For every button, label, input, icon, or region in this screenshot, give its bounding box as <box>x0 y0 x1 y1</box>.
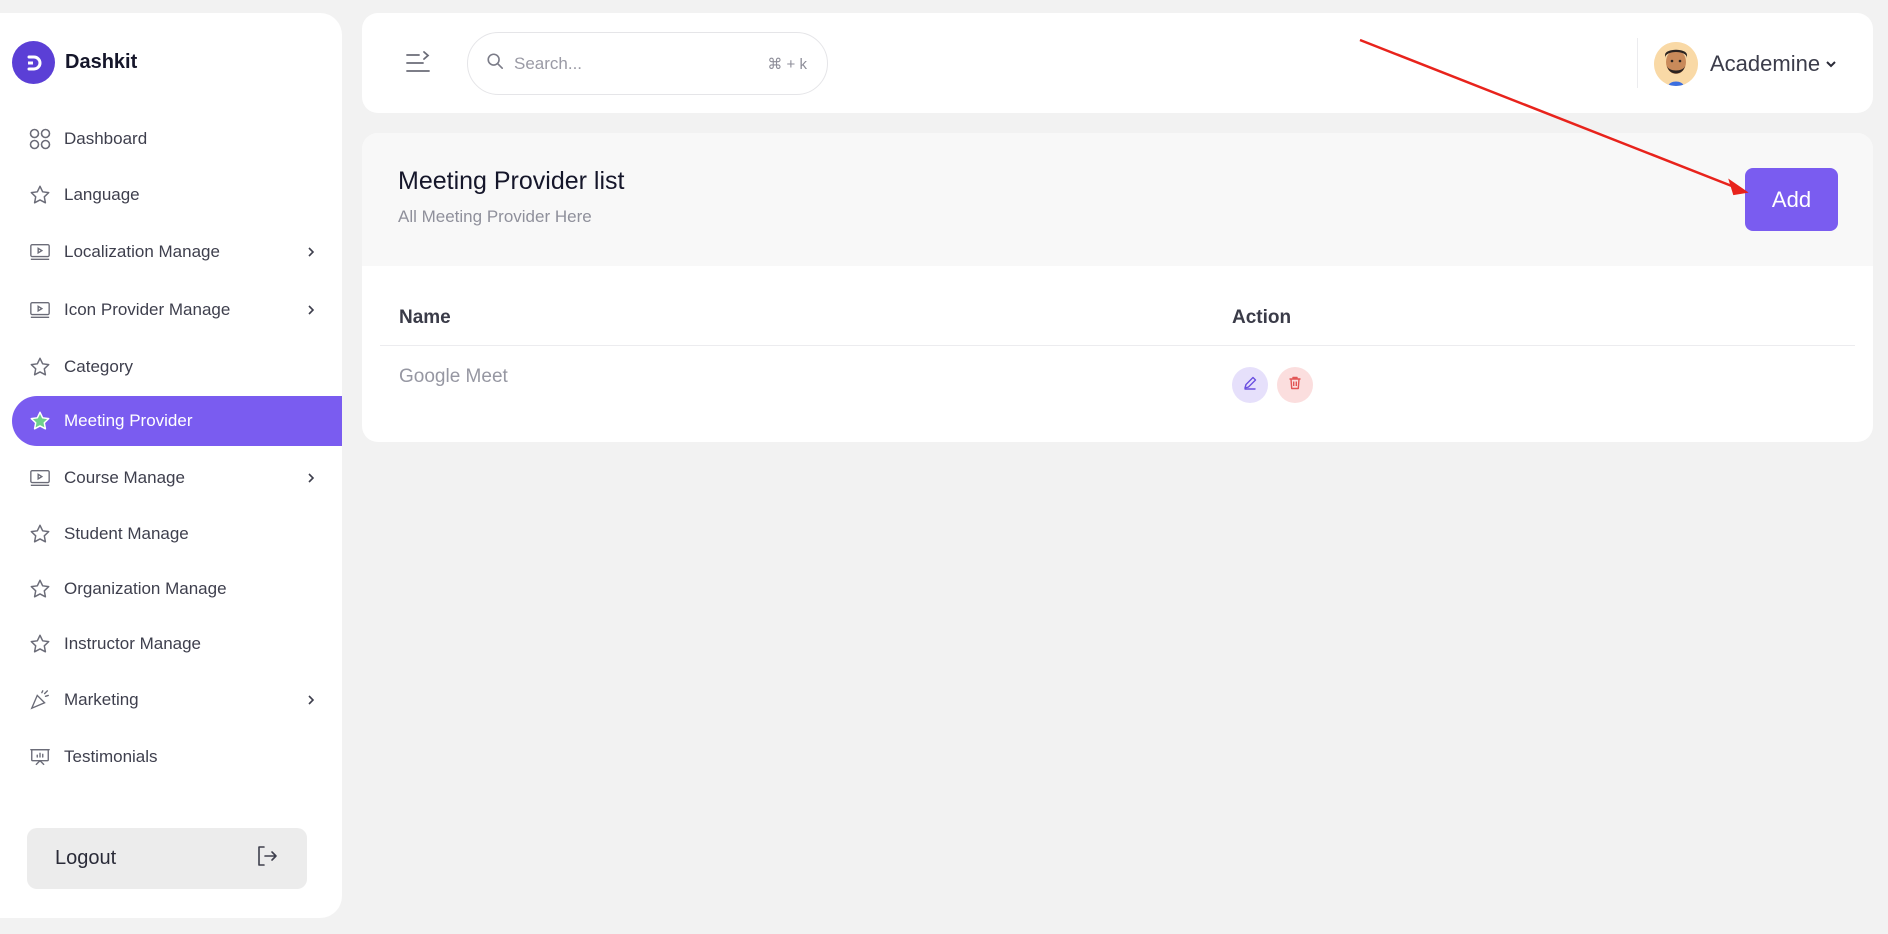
logout-label: Logout <box>55 847 117 869</box>
sidebar-item-marketing[interactable]: Marketing <box>12 675 342 725</box>
star-icon <box>28 355 52 379</box>
pencil-icon <box>1242 375 1258 396</box>
chevron-right-icon <box>302 469 320 487</box>
sidebar-item-meeting-provider[interactable]: Meeting Provider <box>12 396 342 446</box>
avatar <box>1654 42 1698 86</box>
sidebar-item-category[interactable]: Category <box>12 342 342 392</box>
topbar: ⌘ + k Academine <box>362 13 1873 113</box>
star-icon <box>28 577 52 601</box>
logout-icon <box>255 844 279 873</box>
sidebar-item-label: Category <box>64 357 133 376</box>
sidebar-item-course-manage[interactable]: Course Manage <box>12 453 342 503</box>
chevron-right-icon <box>302 301 320 319</box>
sidebar-item-organization-manage[interactable]: Organization Manage <box>12 564 342 614</box>
column-header-name[interactable]: Name <box>399 307 451 329</box>
sidebar-item-label: Organization Manage <box>64 579 227 598</box>
row-name: Google Meet <box>399 366 508 387</box>
video-icon <box>28 466 52 490</box>
page-subtitle: All Meeting Provider Here <box>398 207 592 226</box>
menu-toggle-icon[interactable] <box>404 49 434 79</box>
sidebar-item-language[interactable]: Language <box>12 170 342 220</box>
presentation-icon <box>28 745 52 769</box>
trash-icon <box>1287 375 1303 396</box>
meeting-provider-card: Meeting Provider list All Meeting Provid… <box>362 133 1873 442</box>
sidebar: Dashkit Dashboard Language Localization … <box>0 13 342 918</box>
star-icon <box>28 183 52 207</box>
sidebar-item-label: Student Manage <box>64 524 189 543</box>
megaphone-icon <box>28 688 52 712</box>
search-icon <box>486 52 504 75</box>
grid-icon <box>28 127 52 151</box>
logout-button[interactable]: Logout <box>27 828 307 889</box>
search-box: ⌘ + k <box>467 32 828 95</box>
sidebar-item-label: Meeting Provider <box>64 411 193 430</box>
sidebar-item-label: Dashboard <box>64 129 148 148</box>
sidebar-item-dashboard[interactable]: Dashboard <box>12 114 342 164</box>
sidebar-item-label: Course Manage <box>64 468 185 487</box>
sidebar-item-instructor-manage[interactable]: Instructor Manage <box>12 619 342 669</box>
delete-button[interactable] <box>1277 367 1313 403</box>
topbar-divider <box>1637 38 1638 88</box>
sidebar-item-label: Icon Provider Manage <box>64 300 231 319</box>
search-shortcut: ⌘ + k <box>767 56 807 73</box>
sidebar-item-icon-provider-manage[interactable]: Icon Provider Manage <box>12 285 342 335</box>
brand-logo-icon <box>12 41 55 84</box>
search-input[interactable] <box>514 53 754 74</box>
sidebar-item-label: Localization Manage <box>64 242 220 261</box>
column-header-action: Action <box>1232 307 1292 328</box>
star-icon <box>28 522 52 546</box>
star-icon <box>28 409 52 433</box>
page-title: Meeting Provider list <box>398 167 625 195</box>
sidebar-item-student-manage[interactable]: Student Manage <box>12 509 342 559</box>
chevron-right-icon <box>302 691 320 709</box>
video-icon <box>28 240 52 264</box>
chevron-down-icon <box>1824 57 1838 71</box>
video-icon <box>28 298 52 322</box>
star-icon <box>28 632 52 656</box>
user-name: Academine <box>1710 51 1821 76</box>
sidebar-item-testimonials[interactable]: Testimonials <box>12 732 342 782</box>
add-button[interactable]: Add <box>1745 168 1838 231</box>
sidebar-item-label: Testimonials <box>64 747 158 766</box>
edit-button[interactable] <box>1232 367 1268 403</box>
sidebar-item-localization-manage[interactable]: Localization Manage <box>12 227 342 277</box>
chevron-right-icon <box>302 243 320 261</box>
table-divider <box>380 345 1855 346</box>
sidebar-item-label: Language <box>64 185 140 204</box>
user-menu[interactable]: Academine <box>1654 42 1838 86</box>
sidebar-item-label: Marketing <box>64 690 139 709</box>
card-header: Meeting Provider list All Meeting Provid… <box>362 133 1873 266</box>
brand-name: Dashkit <box>65 51 138 73</box>
brand[interactable]: Dashkit <box>12 41 137 84</box>
sidebar-item-label: Instructor Manage <box>64 634 202 653</box>
